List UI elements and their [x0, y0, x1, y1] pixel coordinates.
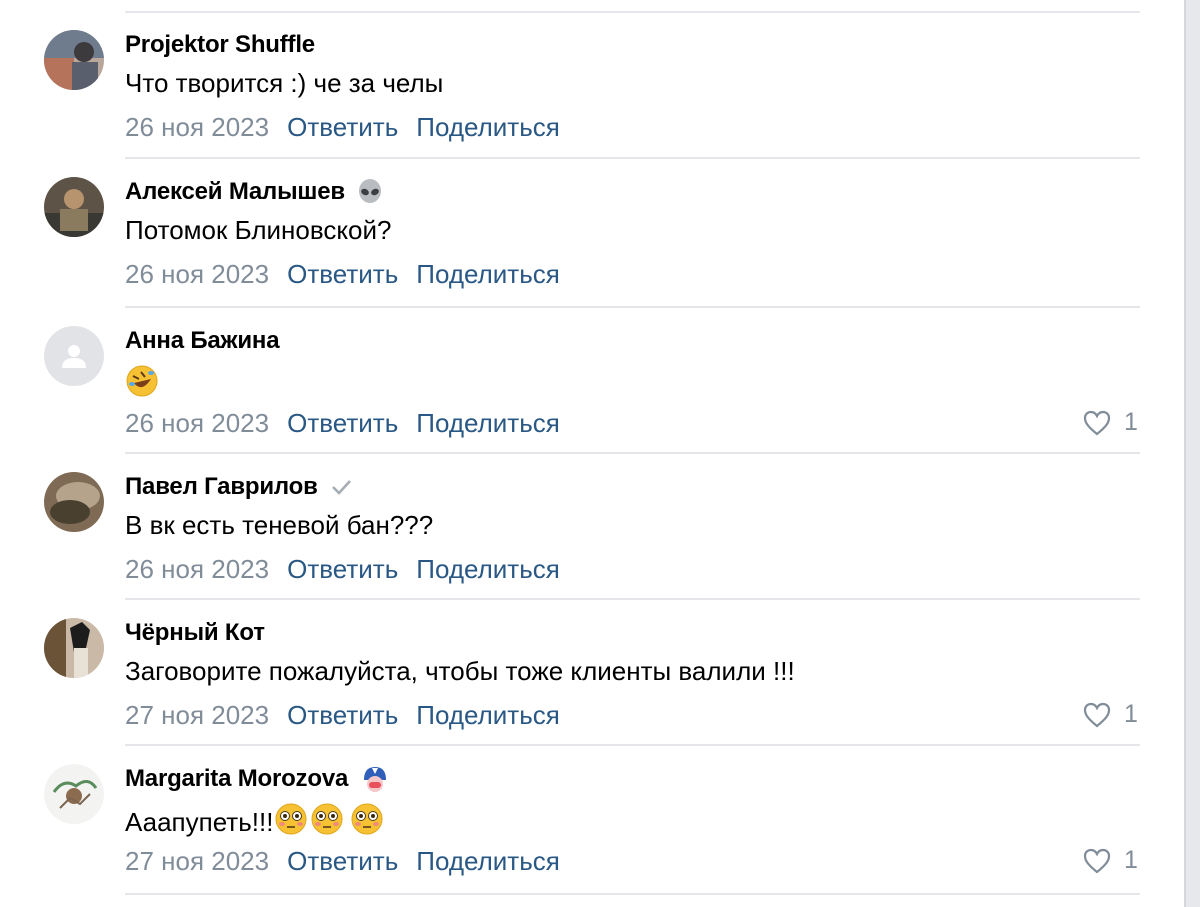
flushed-face-emoji [309, 802, 345, 843]
avatar[interactable] [44, 326, 104, 386]
like-button[interactable]: 1 [1082, 846, 1138, 875]
avatar[interactable] [44, 764, 104, 824]
comment-item: Анна Бажина 26 ноя 2023 Ответить Поделит… [0, 326, 1160, 472]
scrollbar-track[interactable] [1186, 0, 1200, 907]
reply-link[interactable]: Ответить [287, 408, 398, 439]
reply-link[interactable]: Ответить [287, 846, 398, 877]
comment-text-content: Ааапупеть!!! [125, 807, 274, 837]
divider [125, 744, 1140, 746]
share-link[interactable]: Поделиться [416, 554, 560, 585]
comment-text: Что творится :) че за челы [125, 68, 444, 98]
reply-link[interactable]: Ответить [287, 112, 398, 143]
heart-icon [1083, 702, 1111, 727]
comment-item: Projektor Shuffle Что творится :) че за … [0, 30, 1160, 176]
avatar[interactable] [44, 177, 104, 237]
heart-icon [1083, 410, 1111, 435]
divider [125, 157, 1140, 159]
comment-item: Чёрный Кот Заговорите пожалуйста, чтобы … [0, 618, 1160, 764]
like-button[interactable]: 1 [1082, 700, 1138, 729]
alien-icon [357, 179, 383, 205]
comment-date[interactable]: 26 ноя 2023 [125, 554, 269, 585]
share-link[interactable]: Поделиться [416, 259, 560, 290]
share-link[interactable]: Поделиться [416, 700, 560, 731]
avatar[interactable] [44, 618, 104, 678]
comment-text: Заговорите пожалуйста, чтобы тоже клиент… [125, 656, 795, 686]
author-name[interactable]: Алексей Малышев [125, 178, 345, 206]
comment-text [125, 364, 159, 405]
author-name[interactable]: Павел Гаврилов [125, 473, 318, 501]
reply-link[interactable]: Ответить [287, 700, 398, 731]
comments-page: Projektor Shuffle Что творится :) че за … [0, 0, 1200, 907]
comment-date[interactable]: 26 ноя 2023 [125, 112, 269, 143]
like-count: 1 [1124, 408, 1138, 436]
reply-link[interactable]: Ответить [287, 554, 398, 585]
avatar[interactable] [44, 30, 104, 90]
divider [125, 452, 1140, 454]
like-button[interactable]: 1 [1082, 408, 1138, 437]
comment-item: Павел Гаврилов В вк есть теневой бан??? … [0, 472, 1160, 618]
comment-date[interactable]: 26 ноя 2023 [125, 259, 269, 290]
divider [125, 598, 1140, 600]
share-link[interactable]: Поделиться [416, 408, 560, 439]
flushed-face-emoji [349, 802, 385, 843]
divider [125, 306, 1140, 308]
share-link[interactable]: Поделиться [416, 112, 560, 143]
rolling-on-floor-laughing-emoji [125, 364, 159, 405]
divider [125, 893, 1140, 895]
like-count: 1 [1124, 846, 1138, 874]
comment-date[interactable]: 26 ноя 2023 [125, 408, 269, 439]
heart-icon [1083, 848, 1111, 873]
like-count: 1 [1124, 700, 1138, 728]
checkmark-icon [330, 477, 352, 497]
avatar[interactable] [44, 472, 104, 532]
divider [125, 11, 1140, 13]
comment-text: Потомок Блиновской? [125, 215, 392, 245]
author-name[interactable]: Чёрный Кот [125, 619, 265, 647]
comment-item: Алексей Малышев Потомок Блиновской? 26 н… [0, 177, 1160, 323]
author-name[interactable]: Margarita Morozova [125, 765, 348, 793]
comment-text: В вк есть теневой бан??? [125, 510, 434, 540]
author-name[interactable]: Анна Бажина [125, 327, 280, 355]
reply-link[interactable]: Ответить [287, 259, 398, 290]
author-name[interactable]: Projektor Shuffle [125, 31, 315, 59]
helmet-emoji-icon [360, 764, 390, 794]
comment-text: Ааапупеть!!! [125, 802, 385, 843]
comment-item: Margarita Morozova Ааапупеть!!! 27 ноя 2… [0, 764, 1160, 907]
share-link[interactable]: Поделиться [416, 846, 560, 877]
comment-date[interactable]: 27 ноя 2023 [125, 846, 269, 877]
flushed-face-emoji [273, 802, 309, 843]
comment-date[interactable]: 27 ноя 2023 [125, 700, 269, 731]
